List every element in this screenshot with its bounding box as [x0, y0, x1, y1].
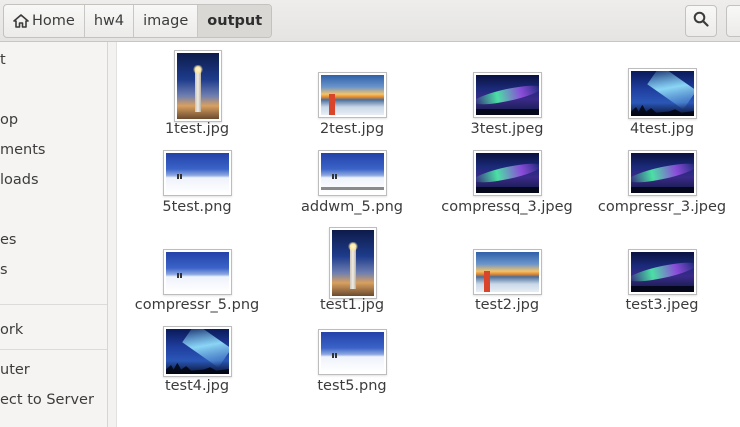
sidebar-item-downloads[interactable]: loads — [0, 169, 39, 191]
file-thumbnail — [329, 227, 377, 299]
search-icon — [693, 11, 709, 31]
sidebar-item-label: es — [0, 232, 17, 248]
file-name: test3.jpeg — [625, 297, 699, 313]
file-name: 4test.jpg — [629, 121, 695, 137]
sidebar-item-documents[interactable]: ments — [0, 139, 45, 161]
file-name: test1.jpg — [319, 297, 385, 313]
sidebar-item-label: loads — [0, 172, 39, 188]
file-thumbnail — [318, 72, 387, 118]
file-thumbnail — [318, 150, 387, 196]
breadcrumb-hw4[interactable]: hw4 — [85, 5, 135, 37]
breadcrumb-label: hw4 — [93, 13, 125, 29]
file-item[interactable]: compressr_5.png — [122, 249, 272, 317]
breadcrumb-output[interactable]: output — [198, 5, 272, 37]
breadcrumb-label: image — [143, 13, 189, 29]
sidebar-item-label: ments — [0, 142, 46, 158]
sidebar-item-videos[interactable]: s — [0, 259, 8, 281]
file-name: test5.png — [317, 378, 387, 394]
sidebar-item-label: ect to Server — [0, 392, 94, 408]
file-item[interactable]: test4.jpg — [122, 326, 272, 398]
breadcrumb-label: output — [207, 13, 263, 29]
sidebar-item-network[interactable]: ork — [0, 319, 23, 341]
file-thumbnail — [628, 68, 697, 119]
sidebar-item-label: uter — [0, 362, 30, 378]
file-name: test4.jpg — [164, 378, 230, 394]
breadcrumb-image[interactable]: image — [134, 5, 199, 37]
file-name: test2.jpg — [474, 297, 540, 313]
file-thumbnail — [163, 150, 232, 196]
sidebar-resize-handle[interactable] — [108, 42, 117, 427]
sidebar-item-desktop[interactable]: op — [0, 109, 18, 131]
file-item[interactable]: compressr_3.jpeg — [587, 150, 737, 218]
file-thumbnail — [174, 50, 222, 122]
search-button[interactable] — [685, 5, 717, 37]
file-item[interactable]: 2test.jpg — [277, 72, 427, 140]
sidebar-item-label: op — [0, 112, 19, 128]
sidebar-divider — [0, 304, 107, 305]
file-thumbnail — [473, 72, 542, 118]
file-name: compressq_3.jpeg — [441, 199, 573, 215]
sidebar-item-connect-to-server[interactable]: ect to Server — [0, 389, 94, 411]
file-item[interactable]: 4test.jpg — [587, 68, 737, 140]
breadcrumb-home[interactable]: Home — [4, 5, 85, 37]
file-item[interactable]: addwm_5.png — [277, 150, 427, 218]
file-name: addwm_5.png — [301, 199, 403, 215]
sidebar-item-label: t — [0, 52, 6, 68]
view-options-button[interactable] — [726, 5, 740, 37]
header-bar: Home hw4 image output — [0, 0, 740, 42]
file-thumbnail — [628, 150, 697, 196]
file-name: 2test.jpg — [319, 121, 385, 137]
sidebar-item-recent[interactable]: t — [0, 49, 6, 71]
breadcrumb-label: Home — [32, 13, 75, 29]
sidebar-item-label: s — [0, 262, 8, 278]
sidebar-item-label: ork — [0, 322, 24, 338]
file-name: 3test.jpeg — [470, 121, 544, 137]
file-item[interactable]: test3.jpeg — [587, 249, 737, 317]
file-name: 1test.jpg — [164, 121, 230, 137]
file-thumbnail — [628, 249, 697, 295]
breadcrumb: Home hw4 image output — [3, 4, 273, 38]
file-thumbnail — [163, 249, 232, 295]
sidebar: t op ments loads es s ork uter ect to Se… — [0, 42, 108, 427]
file-item[interactable]: 3test.jpeg — [432, 72, 582, 140]
home-icon — [13, 14, 29, 28]
sidebar-divider — [0, 349, 107, 350]
file-item[interactable]: test2.jpg — [432, 249, 582, 317]
file-item[interactable]: test5.png — [277, 329, 427, 398]
file-thumbnail — [163, 326, 232, 377]
file-item[interactable]: 1test.jpg — [122, 50, 272, 140]
file-item[interactable]: compressq_3.jpeg — [432, 150, 582, 218]
file-thumbnail — [473, 249, 542, 295]
file-item[interactable]: 5test.png — [122, 150, 272, 218]
file-name: compressr_5.png — [134, 297, 260, 313]
sidebar-item-computer[interactable]: uter — [0, 359, 30, 381]
file-name: 5test.png — [162, 199, 232, 215]
file-thumbnail — [318, 329, 387, 375]
sidebar-item-pictures[interactable]: es — [0, 229, 16, 251]
file-thumbnail — [473, 150, 542, 196]
file-item[interactable]: test1.jpg — [277, 227, 427, 317]
file-name: compressr_3.jpeg — [597, 199, 727, 215]
